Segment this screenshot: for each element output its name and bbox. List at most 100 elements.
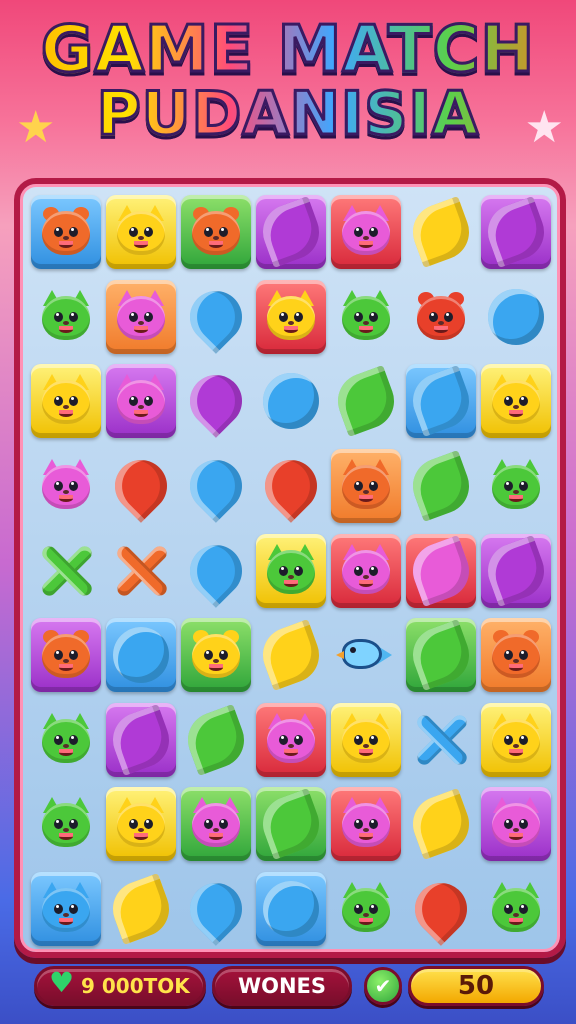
- board-cell[interactable]: [178, 444, 253, 529]
- board-cell[interactable]: [478, 359, 553, 444]
- board-cell[interactable]: [328, 782, 403, 867]
- game-tile[interactable]: [481, 449, 551, 523]
- board-cell[interactable]: [178, 359, 253, 444]
- board-cell[interactable]: [403, 444, 478, 529]
- game-tile[interactable]: [480, 618, 551, 693]
- game-tile[interactable]: [31, 703, 101, 777]
- board-cell[interactable]: [478, 613, 553, 698]
- board-cell[interactable]: [328, 613, 403, 698]
- board-cell[interactable]: [403, 698, 478, 783]
- game-tile[interactable]: [178, 364, 253, 439]
- board-cell[interactable]: [478, 275, 553, 360]
- board-cell[interactable]: [178, 867, 253, 952]
- game-tile[interactable]: [255, 702, 326, 777]
- board-cell[interactable]: [103, 359, 178, 444]
- game-tile[interactable]: [179, 703, 252, 777]
- board-cell[interactable]: [103, 782, 178, 867]
- game-tile[interactable]: [406, 280, 476, 354]
- game-tile[interactable]: [30, 195, 101, 270]
- coins-counter[interactable]: 9 000TOK: [34, 966, 206, 1006]
- board-cell[interactable]: [28, 190, 103, 275]
- game-tile[interactable]: [180, 618, 251, 693]
- game-tile[interactable]: [330, 702, 401, 777]
- game-tile[interactable]: [329, 364, 402, 438]
- game-tile[interactable]: [480, 364, 551, 439]
- game-tile[interactable]: [105, 787, 176, 862]
- check-icon[interactable]: ✔: [364, 967, 402, 1005]
- game-tile[interactable]: [31, 449, 101, 523]
- game-tile[interactable]: [481, 280, 551, 354]
- board-cell[interactable]: [328, 444, 403, 529]
- game-tile[interactable]: [479, 533, 552, 608]
- board-cell[interactable]: [328, 698, 403, 783]
- board-cell[interactable]: [103, 698, 178, 783]
- game-tile[interactable]: [106, 534, 176, 608]
- game-tile[interactable]: [479, 195, 552, 270]
- board-cell[interactable]: [253, 359, 328, 444]
- board-cell[interactable]: [28, 867, 103, 952]
- game-tile[interactable]: [481, 872, 551, 946]
- game-tile[interactable]: [30, 872, 101, 947]
- game-tile[interactable]: [404, 364, 477, 439]
- board-cell[interactable]: [478, 444, 553, 529]
- game-tile[interactable]: [31, 534, 101, 608]
- game-tile[interactable]: [330, 787, 401, 862]
- game-tile[interactable]: [105, 618, 176, 693]
- board-cell[interactable]: [28, 613, 103, 698]
- game-tile[interactable]: [255, 279, 326, 354]
- board-cell[interactable]: [478, 528, 553, 613]
- board-cell[interactable]: [178, 528, 253, 613]
- board-cell[interactable]: [28, 359, 103, 444]
- board-cell[interactable]: [103, 275, 178, 360]
- game-tile[interactable]: [178, 449, 253, 523]
- game-tile[interactable]: [31, 787, 101, 861]
- game-tile[interactable]: [178, 280, 253, 354]
- board-cell[interactable]: [403, 275, 478, 360]
- board-cell[interactable]: [103, 528, 178, 613]
- game-tile[interactable]: [30, 364, 101, 439]
- game-tile[interactable]: [103, 449, 178, 523]
- game-tile[interactable]: [253, 449, 328, 523]
- game-tile[interactable]: [404, 618, 477, 693]
- board-cell[interactable]: [253, 444, 328, 529]
- board-cell[interactable]: [103, 613, 178, 698]
- board-cell[interactable]: [478, 190, 553, 275]
- board-cell[interactable]: [178, 190, 253, 275]
- game-tile[interactable]: [330, 195, 401, 270]
- board-cell[interactable]: [28, 782, 103, 867]
- board-cell[interactable]: [328, 867, 403, 952]
- board-cell[interactable]: [253, 698, 328, 783]
- board-cell[interactable]: [253, 613, 328, 698]
- game-tile[interactable]: [180, 787, 251, 862]
- board-cell[interactable]: [403, 782, 478, 867]
- board-cell[interactable]: [328, 275, 403, 360]
- game-tile[interactable]: [255, 872, 326, 947]
- game-tile[interactable]: [255, 533, 326, 608]
- game-tile[interactable]: [104, 702, 177, 777]
- board-cell[interactable]: [253, 528, 328, 613]
- board-cell[interactable]: [28, 275, 103, 360]
- game-tile[interactable]: [254, 195, 327, 270]
- game-tile[interactable]: [105, 364, 176, 439]
- game-tile[interactable]: [105, 195, 176, 270]
- game-tile[interactable]: [331, 872, 401, 946]
- board-cell[interactable]: [478, 867, 553, 952]
- board-cell[interactable]: [28, 444, 103, 529]
- board-cell[interactable]: [103, 867, 178, 952]
- board-cell[interactable]: [328, 359, 403, 444]
- board-cell[interactable]: [403, 613, 478, 698]
- board-cell[interactable]: [28, 698, 103, 783]
- game-tile[interactable]: [404, 195, 477, 269]
- game-tile[interactable]: [403, 872, 478, 946]
- mode-button[interactable]: WONES: [212, 966, 352, 1006]
- game-tile[interactable]: [404, 787, 477, 861]
- game-tile[interactable]: [256, 364, 326, 438]
- game-tile[interactable]: [330, 533, 401, 608]
- game-tile[interactable]: [331, 280, 401, 354]
- game-tile[interactable]: [254, 787, 327, 862]
- board-cell[interactable]: [403, 359, 478, 444]
- board-cell[interactable]: [178, 782, 253, 867]
- game-tile[interactable]: [30, 618, 101, 693]
- board-cell[interactable]: [253, 782, 328, 867]
- game-tile[interactable]: [105, 279, 176, 354]
